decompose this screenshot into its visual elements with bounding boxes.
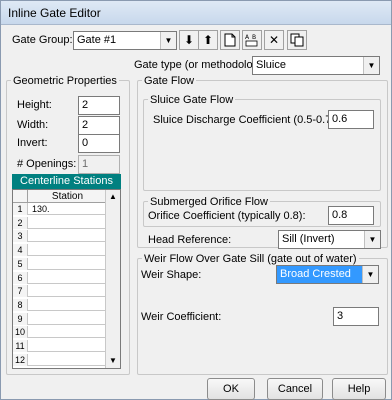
- station-column-header: Station: [51, 191, 84, 202]
- delete-x-icon[interactable]: ✕: [264, 30, 284, 50]
- table-corner: [13, 190, 28, 203]
- weir-flow-title: Weir Flow Over Gate Sill (gate out of wa…: [142, 253, 359, 265]
- head-reference-dropdown[interactable]: Sill (Invert) ▼: [278, 230, 381, 249]
- gate-group-value: Gate #1: [77, 34, 117, 46]
- table-row[interactable]: 8: [13, 298, 106, 311]
- inline-gate-editor-window: Inline Gate Editor Gate Group: Gate #1 ▼…: [0, 0, 392, 400]
- cancel-button[interactable]: Cancel: [267, 378, 323, 400]
- chevron-down-icon[interactable]: ▼: [362, 266, 378, 283]
- head-reference-label: Head Reference:: [148, 234, 232, 246]
- table-row[interactable]: 11: [13, 340, 106, 352]
- invert-label: Invert:: [17, 137, 48, 149]
- table-header: Station: [13, 190, 106, 203]
- table-vertical-scrollbar[interactable]: ▲ ▼: [105, 190, 120, 368]
- table-row[interactable]: 12: [13, 353, 106, 366]
- table-row[interactable]: 2: [13, 216, 106, 229]
- chevron-down-icon[interactable]: ▼: [364, 231, 380, 248]
- arrow-up-icon[interactable]: ⬆: [198, 30, 218, 50]
- gate-type-value: Sluice: [256, 59, 286, 71]
- sluice-gate-flow-title: Sluice Gate Flow: [148, 94, 236, 106]
- copy-icon[interactable]: [287, 30, 307, 50]
- row-number: 7: [13, 285, 28, 298]
- arrow-down-icon[interactable]: ⬇: [179, 30, 199, 50]
- row-number: 6: [13, 271, 28, 284]
- row-number: 11: [13, 340, 28, 352]
- chevron-down-icon[interactable]: ▼: [363, 57, 379, 74]
- table-row[interactable]: 4: [13, 244, 106, 257]
- row-number: 10: [13, 326, 28, 339]
- openings-label: # Openings:: [17, 158, 77, 170]
- row-number: 9: [13, 312, 28, 325]
- gate-type-dropdown[interactable]: Sluice ▼: [252, 56, 380, 75]
- row-number: 2: [13, 216, 28, 229]
- gate-flow-title: Gate Flow: [142, 75, 197, 87]
- svg-text:A: A: [245, 34, 250, 41]
- chevron-down-icon[interactable]: ▼: [160, 32, 176, 49]
- station-cell[interactable]: 130.: [32, 203, 50, 215]
- weir-shape-label: Weir Shape:: [141, 269, 202, 281]
- openings-value: 1: [78, 155, 120, 174]
- width-input[interactable]: 2: [78, 116, 120, 135]
- weir-shape-value: Broad Crested: [280, 268, 351, 280]
- window-title: Inline Gate Editor: [8, 6, 101, 20]
- ok-button[interactable]: OK: [207, 378, 255, 400]
- svg-text:B: B: [252, 34, 256, 41]
- table-row[interactable]: 5: [13, 257, 106, 270]
- row-number: 3: [13, 230, 28, 243]
- table-row[interactable]: 7: [13, 285, 106, 298]
- table-row[interactable]: 10: [13, 326, 106, 339]
- table-row[interactable]: 6: [13, 271, 106, 284]
- weir-coefficient-input[interactable]: 3: [333, 307, 379, 326]
- gate-group-label: Gate Group:: [12, 34, 73, 46]
- invert-input[interactable]: 0: [78, 134, 120, 153]
- centerline-stations-table[interactable]: Station 1 130. 2 3 4 5 6 7 8 9 10 11 12 ▲ ▼: [12, 189, 121, 369]
- height-input[interactable]: 2: [78, 96, 120, 115]
- orifice-coefficient-label: Orifice Coefficient (typically 0.8):: [148, 210, 306, 222]
- weir-coefficient-label: Weir Coefficient:: [141, 311, 222, 323]
- row-number: 1: [13, 203, 28, 215]
- sluice-coefficient-input[interactable]: 0.6: [328, 110, 374, 129]
- table-row[interactable]: 9: [13, 312, 106, 325]
- help-button[interactable]: Help: [332, 378, 386, 400]
- scroll-up-icon[interactable]: ▲: [106, 190, 120, 204]
- sluice-coefficient-label: Sluice Discharge Coefficient (0.5-0.7):: [153, 114, 339, 126]
- gate-group-dropdown[interactable]: Gate #1 ▼: [73, 31, 177, 50]
- submerged-orifice-flow-title: Submerged Orifice Flow: [148, 196, 270, 208]
- new-document-icon[interactable]: [220, 30, 240, 50]
- table-row[interactable]: 1 130.: [13, 203, 106, 215]
- orifice-coefficient-input[interactable]: 0.8: [328, 206, 374, 225]
- width-label: Width:: [17, 119, 49, 131]
- row-number: 4: [13, 244, 28, 257]
- height-label: Height:: [17, 99, 52, 111]
- rename-icon[interactable]: AB: [242, 30, 262, 50]
- scroll-down-icon[interactable]: ▼: [106, 354, 120, 368]
- geometric-properties-title: Geometric Properties: [11, 75, 119, 87]
- centerline-stations-header: Centerline Stations: [12, 174, 121, 189]
- head-reference-value: Sill (Invert): [282, 233, 335, 245]
- row-number: 12: [13, 353, 28, 366]
- row-number: 8: [13, 298, 28, 311]
- title-bar: Inline Gate Editor: [1, 1, 391, 25]
- row-number: 5: [13, 257, 28, 270]
- table-row[interactable]: 3: [13, 230, 106, 243]
- weir-shape-dropdown[interactable]: Broad Crested ▼: [276, 265, 379, 284]
- gate-type-label: Gate type (or methodology):: [134, 59, 271, 71]
